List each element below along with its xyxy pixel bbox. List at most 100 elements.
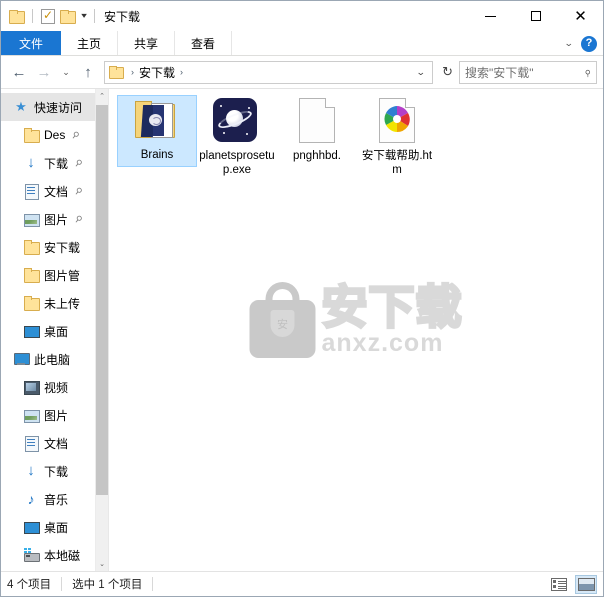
sidebar-item-label: 安下载 [44, 240, 81, 255]
chevron-down-icon[interactable]: ⌄ [564, 38, 574, 49]
folder-icon [23, 295, 40, 311]
tab-view[interactable]: 查看 [175, 31, 233, 55]
sidebar-item-13[interactable]: ↓ 下载 [1, 457, 95, 485]
sidebar-item-5[interactable]: 安下载 [1, 233, 95, 261]
file-list-area[interactable]: 安 安下载 anxz.com Brains planetsprosetup.ex… [109, 89, 603, 571]
file-explorer-window: ▾ 安下载 ✕ 文件 主页 共享 查看 ⌄ ? ← → ⌄ ↑ › 安下载 [0, 0, 604, 597]
tab-file[interactable]: 文件 [1, 31, 62, 55]
search-icon[interactable]: ⌕ [579, 64, 595, 80]
sidebar-item-0[interactable]: ★ 快速访问 [1, 93, 95, 121]
refresh-button[interactable]: ↻ [437, 64, 458, 80]
sidebar-item-15[interactable]: 桌面 [1, 513, 95, 541]
sidebar-item-12[interactable]: 文档 [1, 429, 95, 457]
logo-shield: 安 [270, 310, 295, 338]
breadcrumb-separator: › [131, 67, 134, 77]
sidebar-item-label: 桌面 [44, 520, 69, 535]
large-icons-view-button[interactable] [575, 575, 597, 594]
divider [61, 577, 63, 591]
sidebar-item-1[interactable]: Des ⚲ [1, 121, 95, 149]
maximize-button[interactable] [513, 1, 558, 31]
scroll-down-button[interactable]: ⌄ [95, 557, 108, 571]
file-name: pnghhbd. [293, 150, 341, 162]
search-box[interactable]: 搜索"安下载" ⌕ [459, 60, 597, 84]
html-document-icon [373, 98, 421, 146]
pin-icon[interactable]: ⚲ [72, 185, 84, 198]
sidebar-item-16[interactable]: 本地磁 [1, 541, 95, 569]
explorer-body: ★ 快速访问 Des ⚲ ↓ 下载 ⚲ 文档 ⚲ 图片 ⚲ 安下载 图片管 未上传 桌面 此电脑 视频 图片 文档 ↓… [1, 88, 603, 571]
pin-icon[interactable]: ⚲ [70, 129, 81, 142]
sidebar-item-label: 音乐 [44, 492, 69, 507]
music-icon: ♪ [27, 491, 35, 507]
sidebar-item-2[interactable]: ↓ 下载 ⚲ [1, 149, 95, 177]
details-view-icon [551, 578, 567, 591]
close-button[interactable]: ✕ [558, 1, 603, 31]
chevron-down-icon[interactable]: ▾ [81, 12, 87, 20]
minimize-button[interactable] [468, 1, 513, 31]
back-button[interactable]: ← [7, 60, 31, 84]
sidebar-item-6[interactable]: 图片管 [1, 261, 95, 289]
navigation-pane: ★ 快速访问 Des ⚲ ↓ 下载 ⚲ 文档 ⚲ 图片 ⚲ 安下载 图片管 未上传 桌面 此电脑 视频 图片 文档 ↓… [1, 89, 109, 571]
search-input[interactable]: 搜索"安下载" [465, 64, 534, 81]
folder-icon [23, 127, 40, 143]
sidebar-item-11[interactable]: 图片 [1, 401, 95, 429]
watermark-logo-icon: 安 [249, 282, 316, 359]
folder-icon[interactable] [9, 9, 25, 24]
file-name: 安下载帮助.htm [361, 150, 433, 176]
status-bar: 4 个项目 选中 1 个项目 [1, 571, 603, 596]
maximize-icon [530, 11, 541, 21]
selection-status: 选中 1 个项目 [72, 579, 143, 591]
navigation-scrollbar[interactable]: ⌃ ⌄ [95, 89, 108, 571]
sidebar-item-label: 快速访问 [34, 100, 83, 115]
recent-locations-button[interactable]: ⌄ [57, 60, 75, 84]
quick-access-toolbar: ▾ [9, 8, 98, 24]
sidebar-item-label: 文档 [44, 436, 69, 451]
file-item-pnghhbd[interactable]: pnghhbd. [277, 95, 357, 181]
sidebar-item-label: 下载 [44, 156, 69, 171]
folder-icon [23, 267, 40, 283]
address-field[interactable]: › 安下载 › ⌄ [104, 60, 434, 84]
download-icon: ↓ [27, 462, 35, 479]
pin-icon[interactable]: ⚲ [72, 157, 84, 170]
sidebar-item-8[interactable]: 桌面 [1, 317, 95, 345]
details-view-button[interactable] [548, 575, 570, 594]
scrollbar-thumb[interactable] [95, 105, 108, 495]
up-button[interactable]: ↑ [76, 60, 100, 84]
sidebar-item-label: 本地磁 [44, 548, 81, 563]
breadcrumb-item-0[interactable]: 安下载 [139, 64, 175, 81]
scroll-up-button[interactable]: ⌃ [95, 89, 108, 103]
large-icons-view-icon [577, 578, 595, 591]
pin-icon[interactable]: ⚲ [72, 213, 84, 226]
address-bar: ← → ⌄ ↑ › 安下载 › ⌄ ↻ 搜索"安下载" ⌕ [1, 56, 603, 88]
item-count: 4 个项目 [7, 579, 52, 591]
address-dropdown-icon[interactable]: ⌄ [408, 67, 433, 78]
tab-home[interactable]: 主页 [61, 31, 119, 55]
help-icon[interactable]: ? [581, 35, 597, 52]
sidebar-item-9[interactable]: 此电脑 [1, 345, 95, 373]
sidebar-item-3[interactable]: 文档 ⚲ [1, 177, 95, 205]
windows-logo-icon [24, 548, 32, 554]
breadcrumb-separator[interactable]: › [177, 67, 186, 77]
window-controls: ✕ [468, 1, 603, 31]
sidebar-item-label: 此电脑 [34, 352, 71, 367]
properties-icon[interactable] [41, 8, 55, 24]
sidebar-item-4[interactable]: 图片 ⚲ [1, 205, 95, 233]
tab-share[interactable]: 共享 [118, 31, 176, 55]
file-item-planetsprosetup[interactable]: planetsprosetup.exe [197, 95, 277, 181]
watermark-en: anxz.com [321, 329, 444, 358]
sidebar-item-label: 文档 [44, 184, 69, 199]
scrollbar-track[interactable] [95, 103, 108, 557]
folder-icon[interactable] [109, 66, 124, 79]
new-folder-icon[interactable] [60, 9, 76, 24]
download-icon: ↓ [27, 154, 35, 171]
file-item-brains[interactable]: Brains [117, 95, 197, 167]
sidebar-item-14[interactable]: ♪ 音乐 [1, 485, 95, 513]
sidebar-item-7[interactable]: 未上传 [1, 289, 95, 317]
desktop-icon [23, 323, 40, 339]
divider [32, 9, 33, 23]
sidebar-item-10[interactable]: 视频 [1, 373, 95, 401]
file-grid: Brains planetsprosetup.exe pnghhbd. 安下载帮… [109, 89, 603, 181]
sidebar-item-label: 图片 [44, 212, 69, 227]
forward-button[interactable]: → [32, 60, 56, 84]
file-item-help-htm[interactable]: 安下载帮助.htm [357, 95, 437, 181]
sidebar-item-label: 图片管 [44, 268, 81, 283]
